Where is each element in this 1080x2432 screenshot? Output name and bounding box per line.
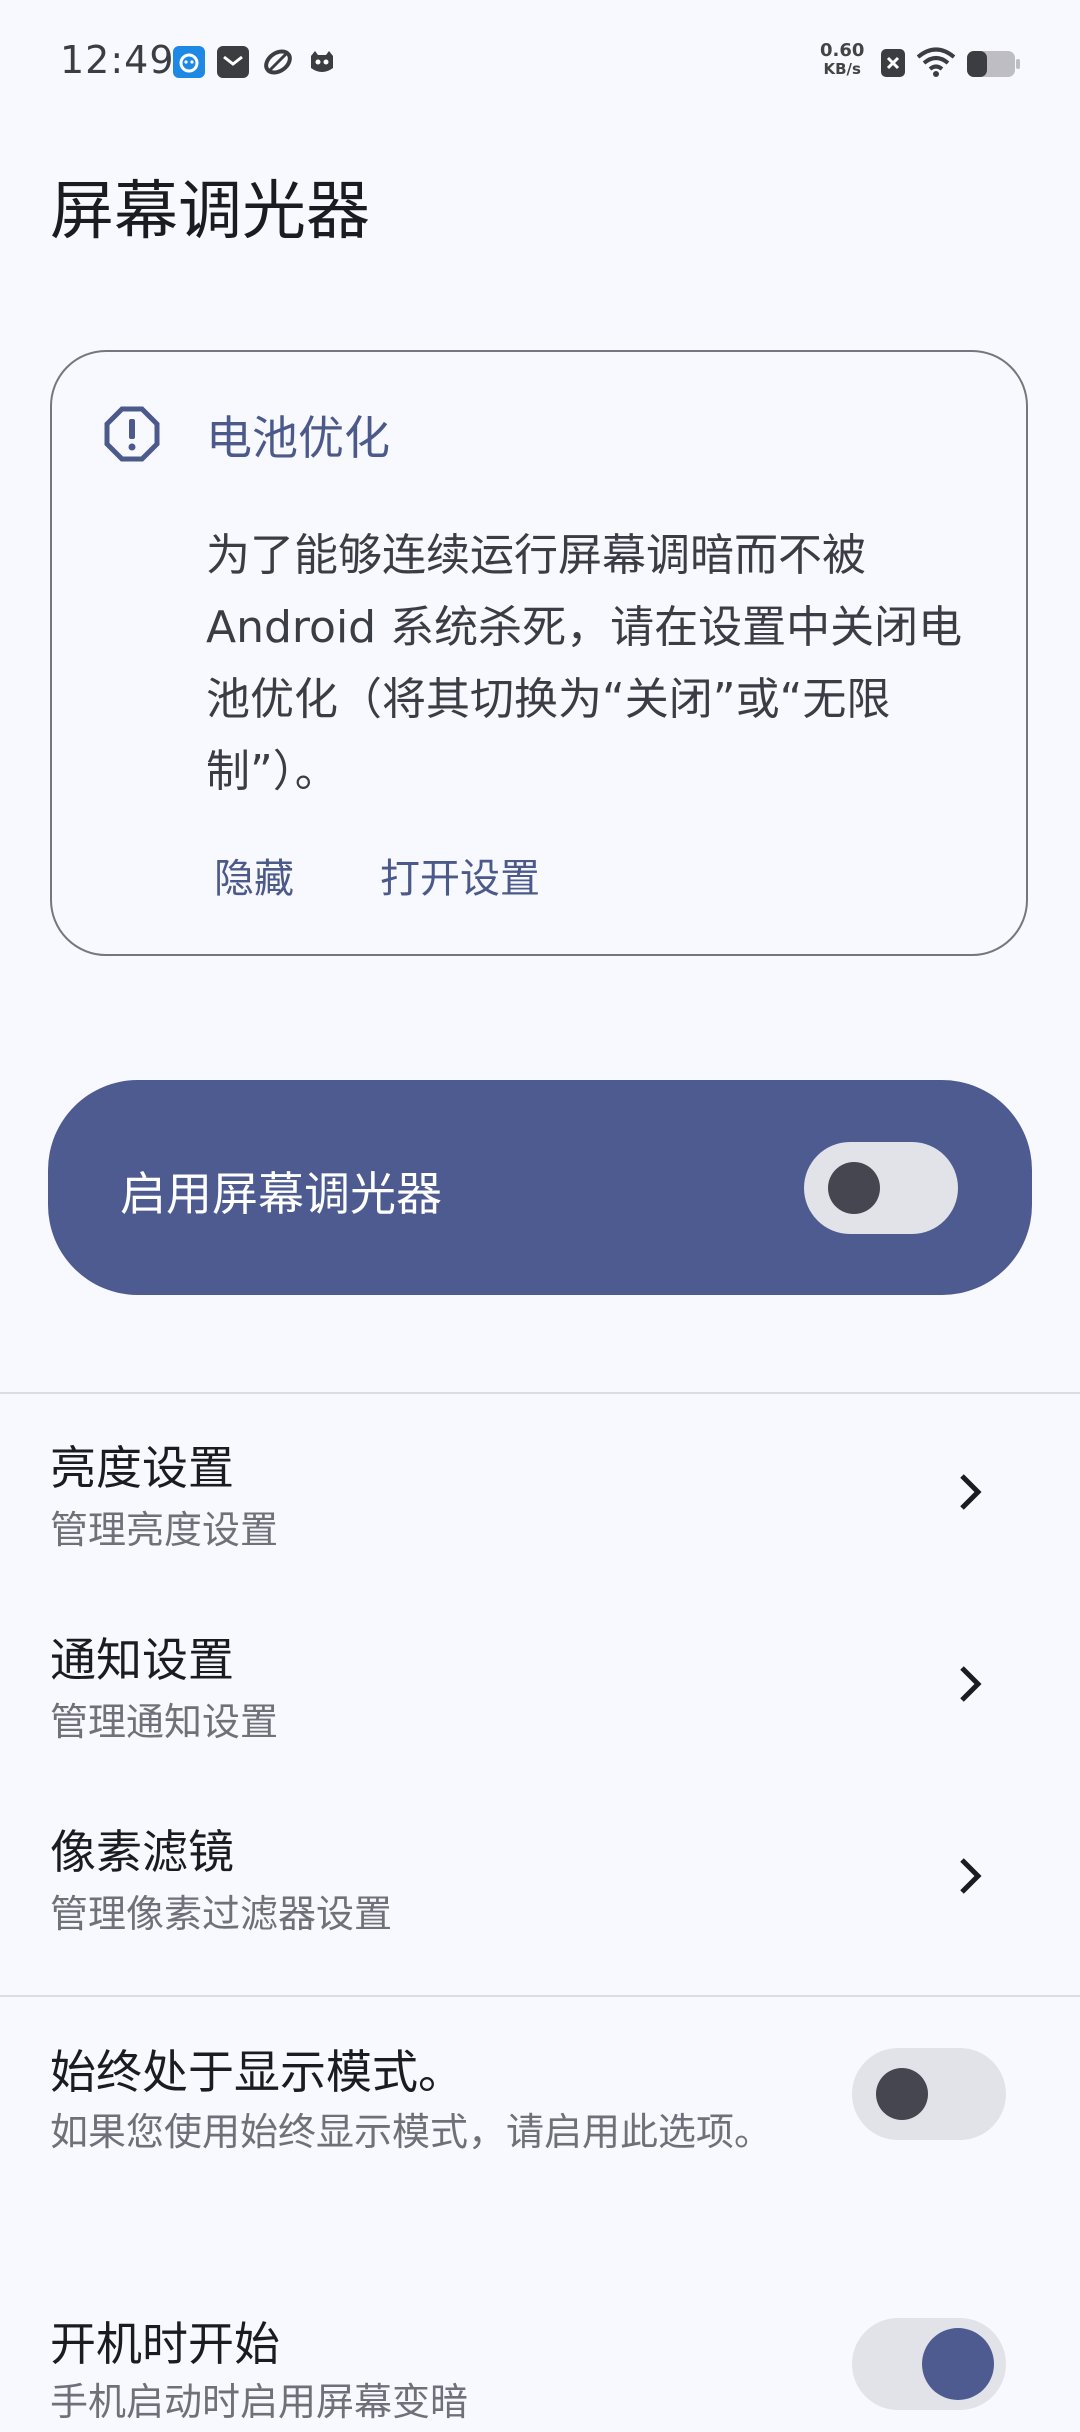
row-title: 像素滤镜 xyxy=(50,1825,234,1879)
chevron-right-icon xyxy=(956,1472,984,1512)
toggle-knob xyxy=(922,2328,994,2400)
chevron-right-icon xyxy=(956,1664,984,1704)
warning-icon xyxy=(104,406,160,462)
wifi-icon xyxy=(916,46,956,82)
enable-dimmer-label: 启用屏幕调光器 xyxy=(120,1167,442,1221)
status-time: 12:49 xyxy=(60,38,175,82)
row-title: 开机时开始 xyxy=(50,2317,280,2371)
card-message: 为了能够连续运行屏幕调暗而不被 Android 系统杀死，请在设置中关闭电池优化… xyxy=(206,530,963,797)
start-on-boot-toggle[interactable] xyxy=(852,2318,1006,2410)
cat-icon xyxy=(306,46,338,78)
row-subtitle: 如果您使用始终显示模式，请启用此选项。 xyxy=(50,2110,773,2154)
enable-dimmer-switch-bar[interactable]: 启用屏幕调光器 xyxy=(48,1080,1032,1295)
mail-icon xyxy=(217,46,249,78)
toggle-knob xyxy=(828,1162,880,1214)
status-bar: 12:49 0.60 KB/s xyxy=(0,0,1080,128)
net-speed-value: 0.60 xyxy=(820,40,865,61)
card-title: 电池优化 xyxy=(206,411,390,465)
row-title: 亮度设置 xyxy=(50,1441,234,1495)
always-on-display-toggle[interactable] xyxy=(852,2048,1006,2140)
battery-icon xyxy=(966,50,1020,82)
open-settings-button[interactable]: 打开设置 xyxy=(380,846,540,904)
divider xyxy=(0,1995,1080,1997)
row-subtitle: 管理像素过滤器设置 xyxy=(50,1892,393,1936)
net-speed: 0.60 KB/s xyxy=(820,40,865,79)
row-subtitle: 管理亮度设置 xyxy=(50,1508,279,1552)
hide-button[interactable]: 隐藏 xyxy=(214,846,294,904)
battery-optimization-card: 电池优化 为了能够连续运行屏幕调暗而不被 Android 系统杀死，请在设置中关… xyxy=(50,350,1028,956)
sync-icon xyxy=(262,46,294,78)
close-box-icon xyxy=(880,48,906,82)
chevron-right-icon xyxy=(956,1856,984,1896)
net-speed-unit: KB/s xyxy=(823,60,861,78)
toggle-knob xyxy=(876,2068,928,2120)
row-title: 始终处于显示模式。 xyxy=(50,2045,464,2099)
row-title: 通知设置 xyxy=(50,1633,234,1687)
enable-dimmer-toggle[interactable] xyxy=(804,1142,958,1234)
row-subtitle: 手机启动时启用屏幕变暗 xyxy=(50,2380,469,2424)
row-subtitle: 管理通知设置 xyxy=(50,1700,279,1744)
divider xyxy=(0,1392,1080,1394)
app-notification-icon xyxy=(173,46,205,78)
page-title: 屏幕调光器 xyxy=(50,175,370,249)
